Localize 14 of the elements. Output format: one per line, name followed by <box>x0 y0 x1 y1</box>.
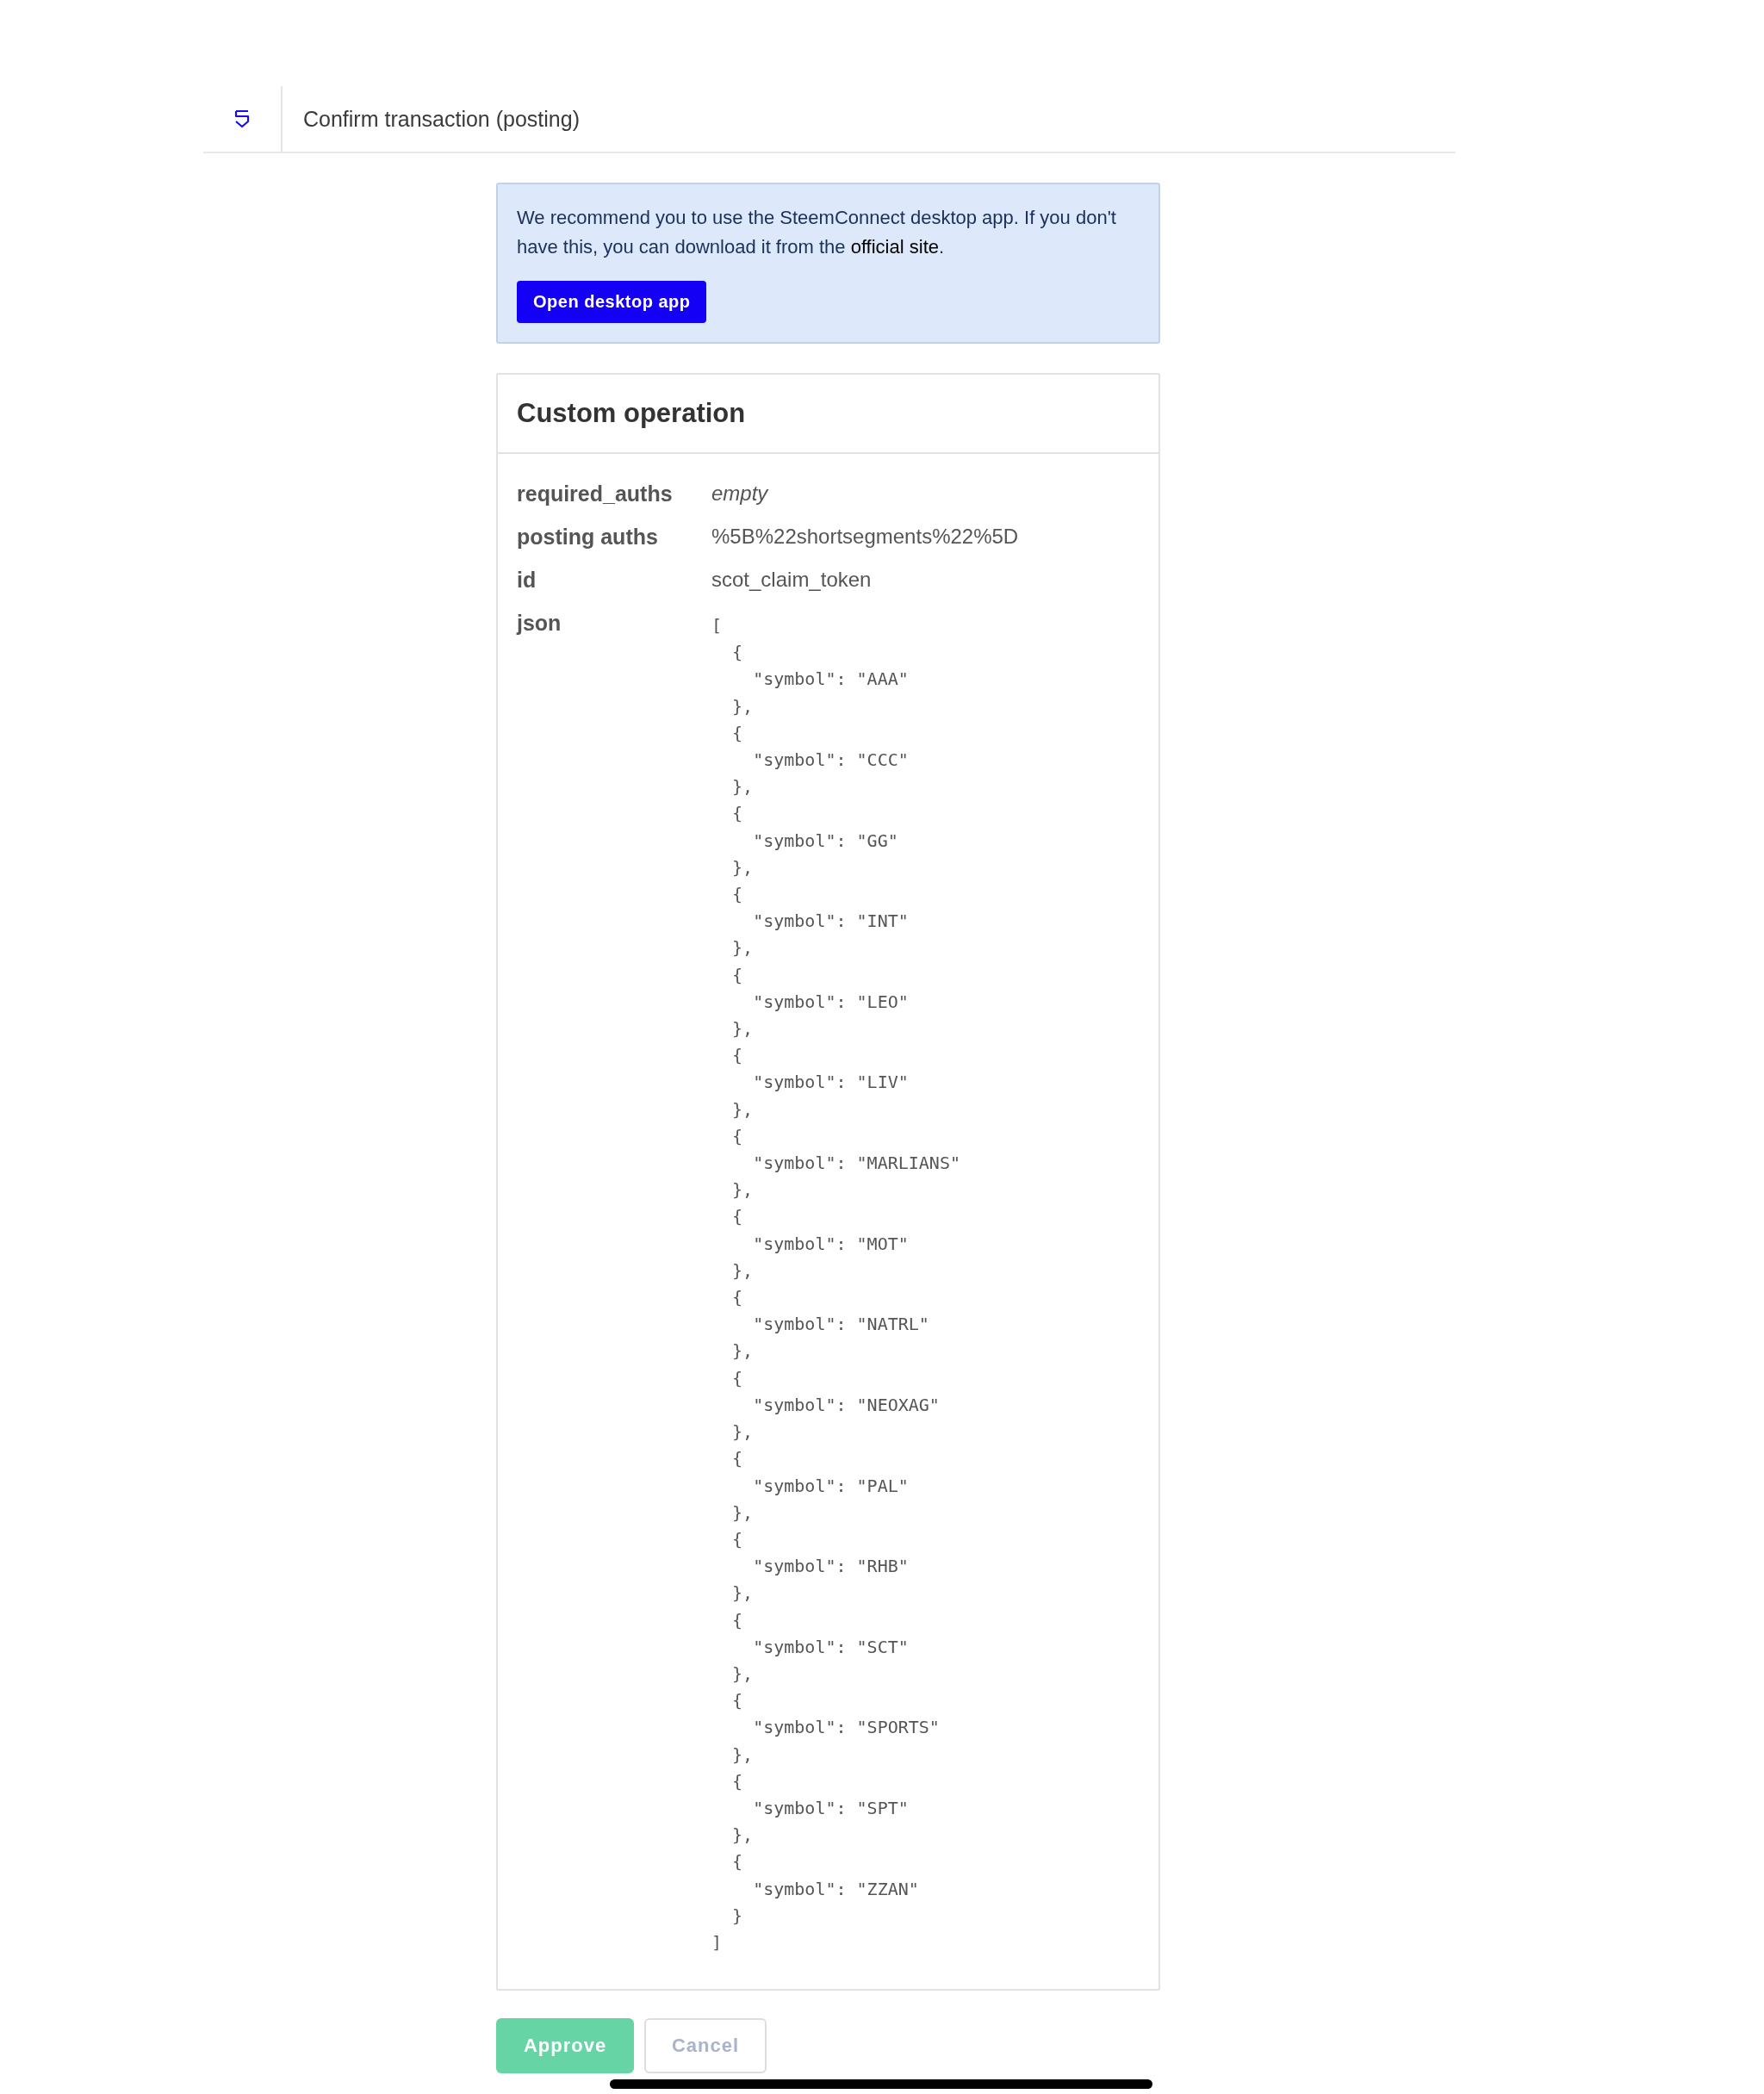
field-value: empty <box>711 481 768 506</box>
field-value: scot_claim_token <box>711 567 872 593</box>
field-label: required_auths <box>517 481 674 507</box>
official-site-link[interactable]: official site <box>850 236 939 258</box>
field-label: posting auths <box>517 524 659 550</box>
json-code: [ { "symbol": "AAA" }, { "symbol": "CCC" }, { "symbol": "GG" }, { "symbol": "INT" }, { "symbol": "LEO" }, { "symbol": "LIV" }, { "symbol": "MARLIANS" }, { "symbol": "MOT" }, { "symbol": "NATRL" }, { "symbol": "NEOXAG" }, { "symbol": "PAL" }, { "symbol": "RHB" }, { "symbol": "SCT" }, { "symbol": "SPORTS" }, { "symbol": "SPT" }, { "symbol": "ZZAN" } ] <box>711 614 960 1954</box>
card-title: Custom operation <box>498 375 1158 454</box>
open-desktop-app-button[interactable]: Open desktop app <box>517 281 707 323</box>
shield-logo-icon[interactable] <box>233 109 251 129</box>
notice-text: We recommend you to use the SteemConnect desktop app. If you don't have this, you can download it from the official site. <box>517 206 1117 259</box>
field-label: json <box>517 610 562 637</box>
field-value: %5B%22shortsegments%22%5D <box>711 524 1019 550</box>
page-title: Confirm transaction (posting) <box>303 106 580 132</box>
field-label: id <box>517 567 537 593</box>
